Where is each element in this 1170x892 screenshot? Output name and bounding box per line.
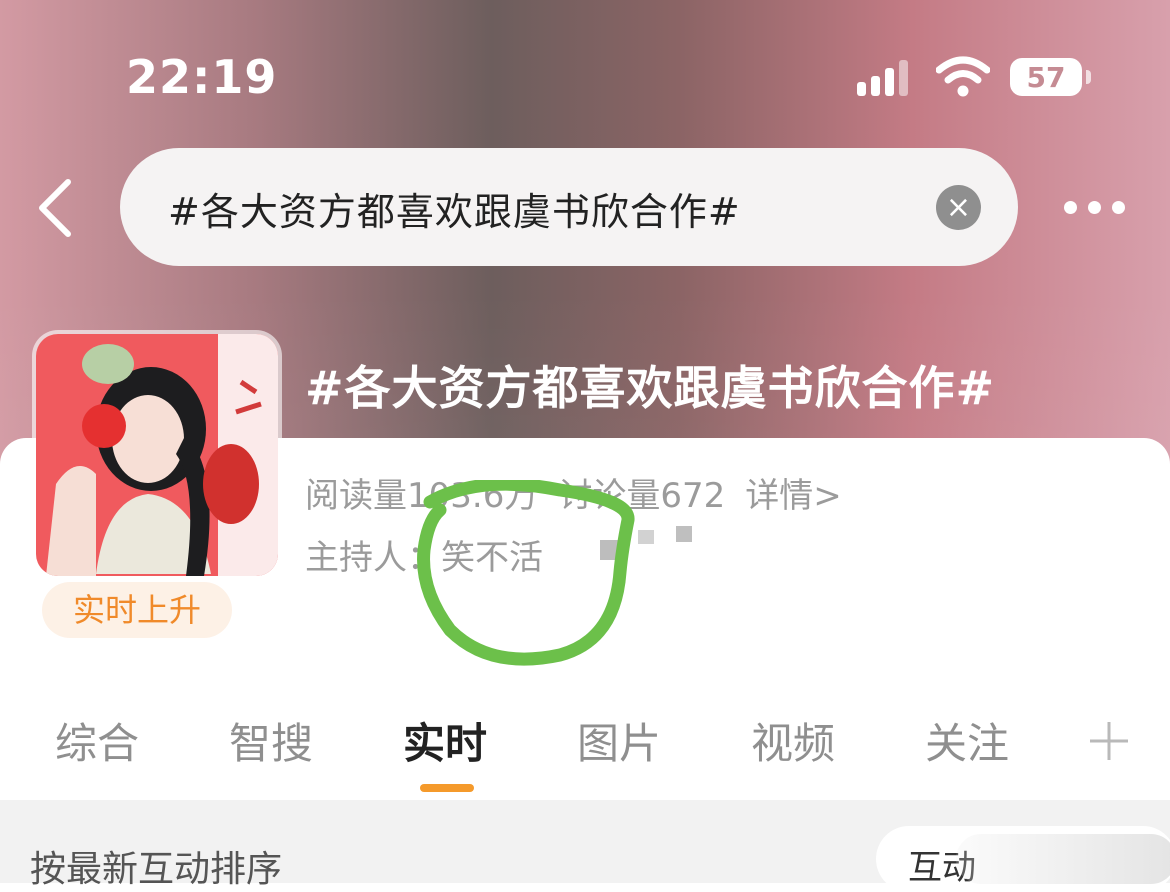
tab-videos[interactable]: 视频 (751, 710, 835, 771)
sort-label: 按最新互动排序 (30, 849, 283, 890)
active-tab-indicator (420, 784, 474, 792)
annotation-circle (417, 480, 635, 666)
status-badge: 实时上升 (42, 582, 232, 638)
tab-following[interactable]: 关注 (925, 710, 1009, 771)
battery-icon: 57 (1010, 58, 1082, 96)
back-icon[interactable] (30, 176, 80, 240)
tab-realtime[interactable]: 实时 (403, 710, 487, 771)
more-icon[interactable] (1060, 196, 1130, 220)
tab-bar: 综合 智搜 实时 图片 视频 关注 (0, 710, 1170, 790)
search-bar[interactable]: #各大资方都喜欢跟虞书欣合作# × (120, 148, 1018, 266)
plus-icon[interactable] (1088, 720, 1130, 762)
close-icon[interactable]: × (936, 185, 981, 230)
status-time: 22:19 (126, 50, 278, 104)
wifi-icon (936, 56, 990, 97)
topic-title: #各大资方都喜欢跟虞书欣合作# (305, 361, 996, 415)
signal-icon (857, 60, 913, 96)
tab-images[interactable]: 图片 (577, 710, 661, 771)
details-link[interactable]: 详情> (745, 476, 842, 516)
topic-cover-image[interactable] (36, 334, 278, 576)
sort-toggle[interactable]: 互动 (876, 826, 1170, 892)
search-input[interactable]: #各大资方都喜欢跟虞书欣合作# (168, 181, 741, 236)
tab-smart-search[interactable]: 智搜 (229, 710, 313, 771)
tab-comprehensive[interactable]: 综合 (55, 710, 139, 771)
